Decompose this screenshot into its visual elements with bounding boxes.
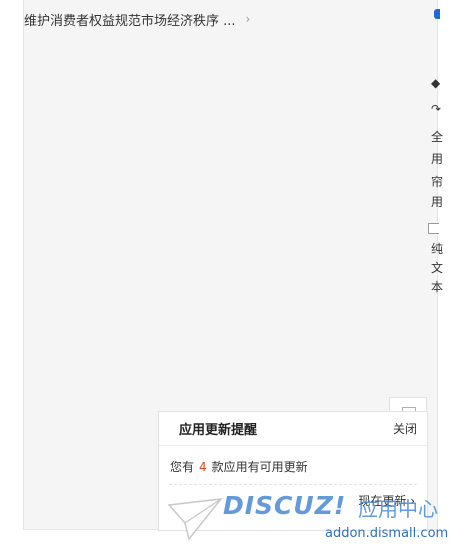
update-message: 您有 4 款应用有可用更新 — [159, 446, 427, 475]
redo-icon[interactable]: ↷ — [431, 102, 441, 116]
plain-text-checkbox[interactable] — [428, 223, 439, 234]
rail-label: 用 — [431, 152, 444, 166]
message-prefix: 您有 — [170, 460, 195, 474]
rail-label: 帘 — [431, 175, 444, 189]
rail-label: 文 — [431, 261, 444, 275]
rail-label: 纯 — [431, 242, 444, 256]
blue-tab-icon[interactable] — [434, 9, 440, 19]
rail-label: 全 — [431, 130, 444, 144]
watermark-brand-cn: 应用中心 — [358, 497, 438, 521]
panel-title: 应用更新提醒 — [179, 423, 258, 438]
panel-header: 应用更新提醒 关闭 — [159, 412, 427, 446]
diamond-icon[interactable]: ◆ — [431, 76, 440, 90]
divider — [169, 484, 417, 485]
message-suffix: 款应用有可用更新 — [211, 460, 308, 474]
rail-label: 本 — [431, 280, 444, 294]
breadcrumb-title[interactable]: 维护消费者权益规范市场经济秩序 ... — [24, 10, 236, 29]
chevron-right-icon: › — [245, 12, 251, 26]
paper-plane-icon — [167, 498, 223, 541]
breadcrumb[interactable]: 维护消费者权益规范市场经济秩序 ... › — [24, 9, 250, 29]
watermark-brand: DISCUZ! — [223, 491, 347, 520]
rail-label: 用 — [431, 195, 444, 209]
watermark-url: addon.dismall.com — [325, 526, 449, 541]
watermark: DISCUZ! 应用中心 addon.dismall.com — [165, 490, 460, 550]
update-count: 4 — [199, 460, 207, 474]
close-button[interactable]: 关闭 — [393, 420, 417, 437]
